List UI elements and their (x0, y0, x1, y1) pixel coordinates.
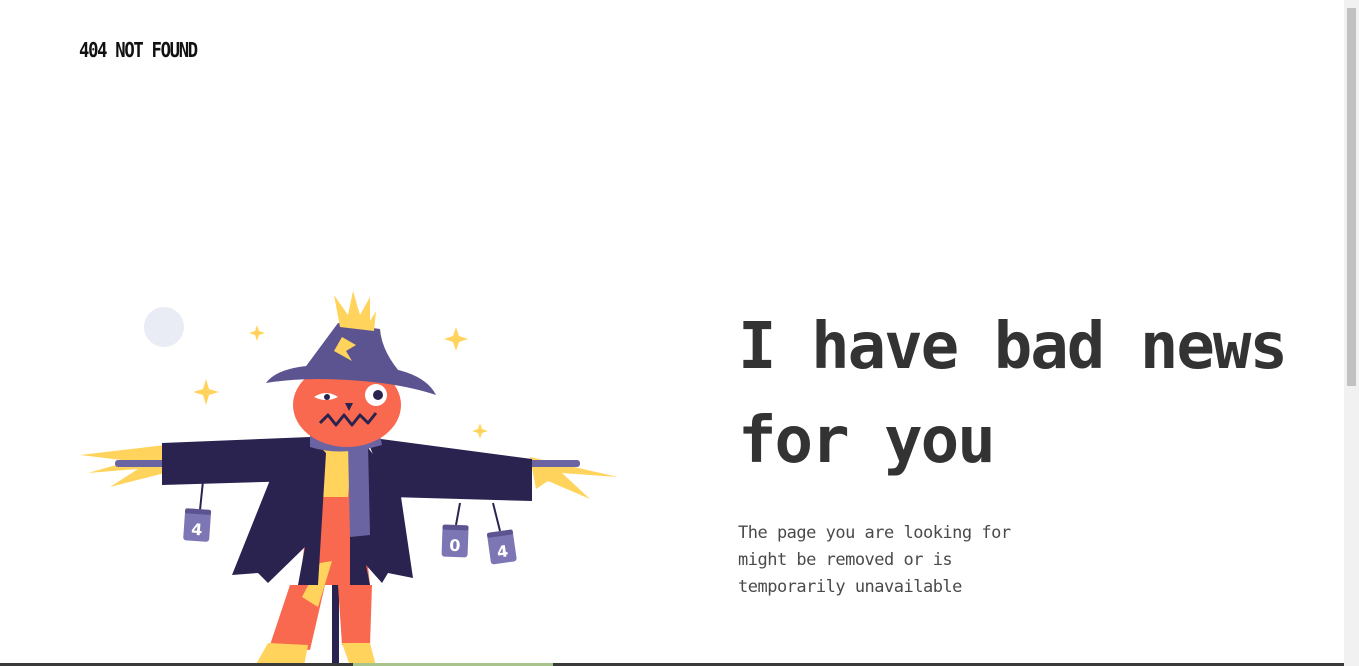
can-label: 0 (449, 536, 461, 555)
sparkle-icon (193, 379, 219, 405)
hair-straw (334, 291, 376, 331)
right-pupil (373, 390, 383, 400)
can-0: 0 (441, 524, 469, 558)
sparkle-icon (444, 327, 468, 351)
page-headline: I have bad news for you (738, 310, 1288, 478)
not-found-page: 404 NOT FOUND 4 0 4 I have bad news for … (0, 0, 1359, 666)
string (199, 480, 204, 511)
scarf-tail (348, 445, 370, 537)
can-4-left: 4 (183, 508, 212, 542)
sparkle-icon (472, 423, 488, 439)
moon (144, 307, 184, 347)
right-leg (338, 585, 372, 645)
scrollbar-thumb[interactable] (1347, 8, 1356, 386)
hat-crown (298, 323, 408, 381)
vertical-scrollbar[interactable] (1344, 0, 1359, 666)
right-sleeve (366, 437, 532, 501)
string (492, 502, 501, 532)
string (455, 502, 461, 526)
left-sleeve (162, 437, 310, 485)
sparkle-icon (249, 325, 265, 341)
scarecrow-illustration: 4 0 4 (80, 291, 618, 666)
error-message: The page you are looking for might be re… (738, 523, 1011, 597)
site-brand[interactable]: 404 NOT FOUND (79, 38, 198, 62)
left-pupil (324, 394, 330, 400)
can-4-right: 4 (487, 529, 517, 565)
can-label: 4 (191, 520, 203, 540)
